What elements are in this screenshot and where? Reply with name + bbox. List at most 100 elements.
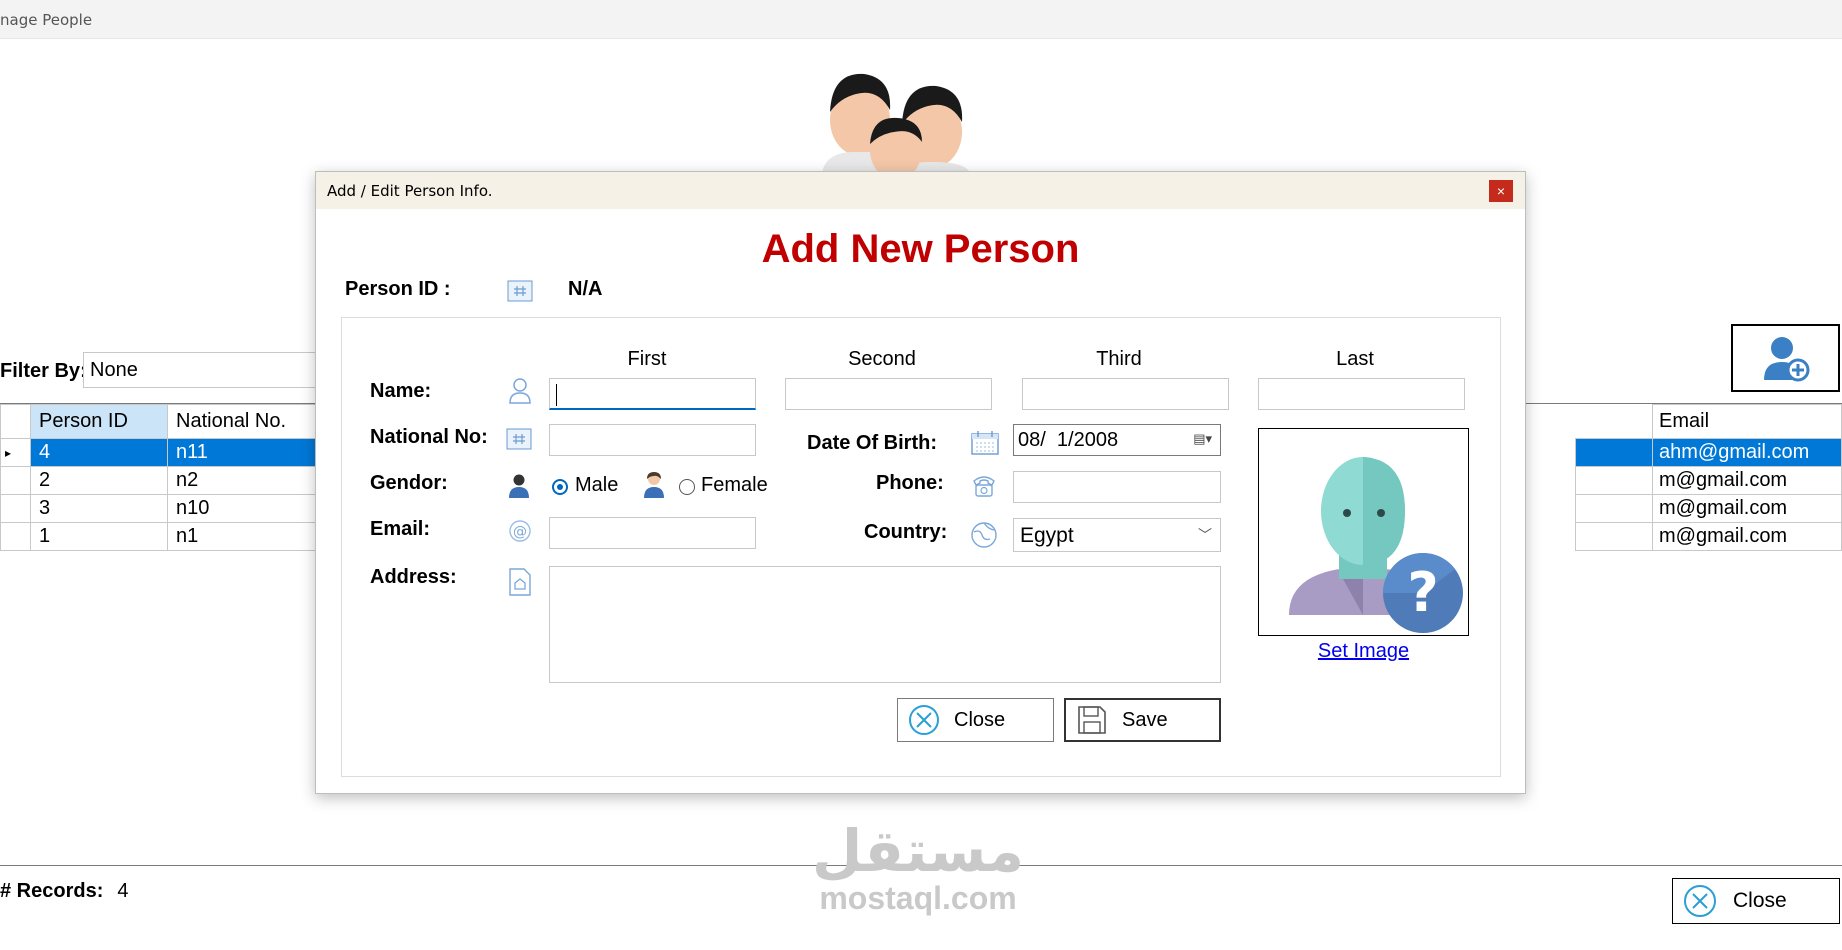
grid-header-row: Person ID National No. xyxy=(0,404,345,439)
female-icon xyxy=(643,471,665,499)
background-window-title: nage People xyxy=(0,11,93,29)
add-person-icon xyxy=(1763,337,1809,382)
dialog-close-action-label: Close xyxy=(954,708,1006,731)
table-row[interactable]: 1 n1 xyxy=(0,522,345,551)
cell-person-id: 2 xyxy=(30,466,168,495)
close-button[interactable]: Close xyxy=(1672,878,1840,924)
address-textarea[interactable] xyxy=(549,566,1221,683)
date-of-birth-value: 08/ 1/2008 xyxy=(1018,429,1119,451)
female-radio-label[interactable]: Female xyxy=(701,474,768,497)
male-icon xyxy=(508,473,530,499)
cell-person-id: 1 xyxy=(30,522,168,551)
calendar-dropdown-icon[interactable]: ▤▾ xyxy=(1193,431,1212,447)
address-icon xyxy=(508,567,532,597)
person-outline-icon xyxy=(508,377,532,405)
dialog-title: Add / Edit Person Info. xyxy=(327,182,493,200)
records-label: # Records: xyxy=(0,880,104,902)
cell-email: m@gmail.com xyxy=(1652,494,1842,523)
column-header-person-id[interactable]: Person ID xyxy=(30,404,168,439)
person-photo: ? xyxy=(1258,428,1469,636)
person-id-label: Person ID : xyxy=(345,278,451,300)
globe-icon xyxy=(970,521,998,549)
first-name-input[interactable] xyxy=(549,378,756,410)
svg-text:@: @ xyxy=(513,524,527,540)
watermark-latin: mostaql.com xyxy=(819,880,1017,916)
cell-person-id: 4 xyxy=(30,438,168,467)
background-titlebar: nage People xyxy=(0,0,1842,39)
country-value: Egypt xyxy=(1020,524,1074,547)
at-icon: @ xyxy=(508,519,532,543)
cell-email: m@gmail.com xyxy=(1652,522,1842,551)
male-radio[interactable] xyxy=(552,479,568,495)
phone-label: Phone: xyxy=(876,472,944,494)
male-radio-label[interactable]: Male xyxy=(575,474,618,497)
filter-by-select[interactable]: None xyxy=(83,352,323,388)
dialog-titlebar: Add / Edit Person Info. × xyxy=(316,172,1525,209)
table-row[interactable]: m@gmail.com xyxy=(1575,466,1842,495)
save-button[interactable]: Save xyxy=(1064,698,1221,742)
third-name-input[interactable] xyxy=(1022,378,1229,410)
set-image-link[interactable]: Set Image xyxy=(1258,640,1469,663)
records-value: 4 xyxy=(117,880,129,902)
row-marker xyxy=(0,494,31,523)
dialog-close-button[interactable]: × xyxy=(1489,180,1513,202)
date-of-birth-picker[interactable]: 08/ 1/2008 ▤▾ xyxy=(1013,424,1221,456)
watermark: مستقل mostaql.com xyxy=(808,822,1028,916)
cell-email: ahm@gmail.com xyxy=(1652,438,1842,467)
person-info-group: First Second Third Last Name: National N… xyxy=(341,317,1501,777)
name-column-last: Last xyxy=(1336,348,1374,370)
records-count: # Records: 4 xyxy=(0,880,129,903)
table-row[interactable]: 3 n10 xyxy=(0,494,345,523)
name-column-second: Second xyxy=(848,348,916,370)
phone-icon xyxy=(970,471,998,499)
people-logo-icon xyxy=(822,73,970,173)
row-marker: ▸ xyxy=(0,438,31,467)
table-row[interactable]: ▸ 4 n11 xyxy=(0,438,345,467)
hash-icon xyxy=(507,280,533,307)
add-edit-person-dialog: Add / Edit Person Info. × Add New Person… xyxy=(315,171,1526,794)
country-select[interactable]: Egypt ﹀ xyxy=(1013,518,1221,552)
cell-email: m@gmail.com xyxy=(1652,466,1842,495)
dialog-close-action-button[interactable]: Close xyxy=(897,698,1054,742)
unknown-person-icon: ? xyxy=(1289,457,1463,633)
date-of-birth-label: Date Of Birth: xyxy=(807,432,937,454)
name-column-first: First xyxy=(627,348,667,370)
person-id-value: N/A xyxy=(568,278,603,300)
email-label: Email: xyxy=(370,518,431,540)
table-row[interactable]: m@gmail.com xyxy=(1575,522,1842,551)
grid-row-header-corner xyxy=(0,404,31,439)
phone-input[interactable] xyxy=(1013,471,1221,503)
row-marker xyxy=(0,466,31,495)
address-label: Address: xyxy=(370,566,457,588)
national-no-label: National No: xyxy=(370,426,488,448)
cell-person-id: 3 xyxy=(30,494,168,523)
table-row[interactable]: m@gmail.com xyxy=(1575,494,1842,523)
gender-label: Gendor: xyxy=(370,472,448,494)
close-circle-icon xyxy=(1683,884,1717,918)
save-button-label: Save xyxy=(1122,708,1168,731)
table-row[interactable]: ahm@gmail.com xyxy=(1575,438,1842,467)
close-circle-icon xyxy=(908,704,940,736)
watermark-arabic: مستقل xyxy=(811,817,1025,885)
column-header-email[interactable]: Email xyxy=(1652,404,1842,439)
hash-icon xyxy=(506,428,532,450)
chevron-down-icon: ﹀ xyxy=(1198,527,1212,543)
grid-header-row: Email xyxy=(1575,404,1842,439)
dialog-heading: Add New Person xyxy=(761,227,1080,271)
email-input[interactable] xyxy=(549,517,756,549)
table-row[interactable]: 2 n2 xyxy=(0,466,345,495)
add-person-button[interactable] xyxy=(1731,324,1840,392)
svg-text:?: ? xyxy=(1407,561,1438,624)
female-radio[interactable] xyxy=(679,479,695,495)
people-grid-left-columns: Person ID National No. ▸ 4 n11 2 n2 3 n1… xyxy=(0,404,345,551)
second-name-input[interactable] xyxy=(785,378,992,410)
people-grid-right-columns: Email ahm@gmail.com m@gmail.com m@gmail.… xyxy=(1575,404,1842,551)
save-icon xyxy=(1076,704,1108,736)
national-no-input[interactable] xyxy=(549,424,756,456)
calendar-icon xyxy=(970,430,1000,456)
name-label: Name: xyxy=(370,380,432,402)
last-name-input[interactable] xyxy=(1258,378,1465,410)
country-label: Country: xyxy=(864,521,948,543)
row-marker xyxy=(0,522,31,551)
filter-by-label: Filter By: xyxy=(0,360,87,382)
